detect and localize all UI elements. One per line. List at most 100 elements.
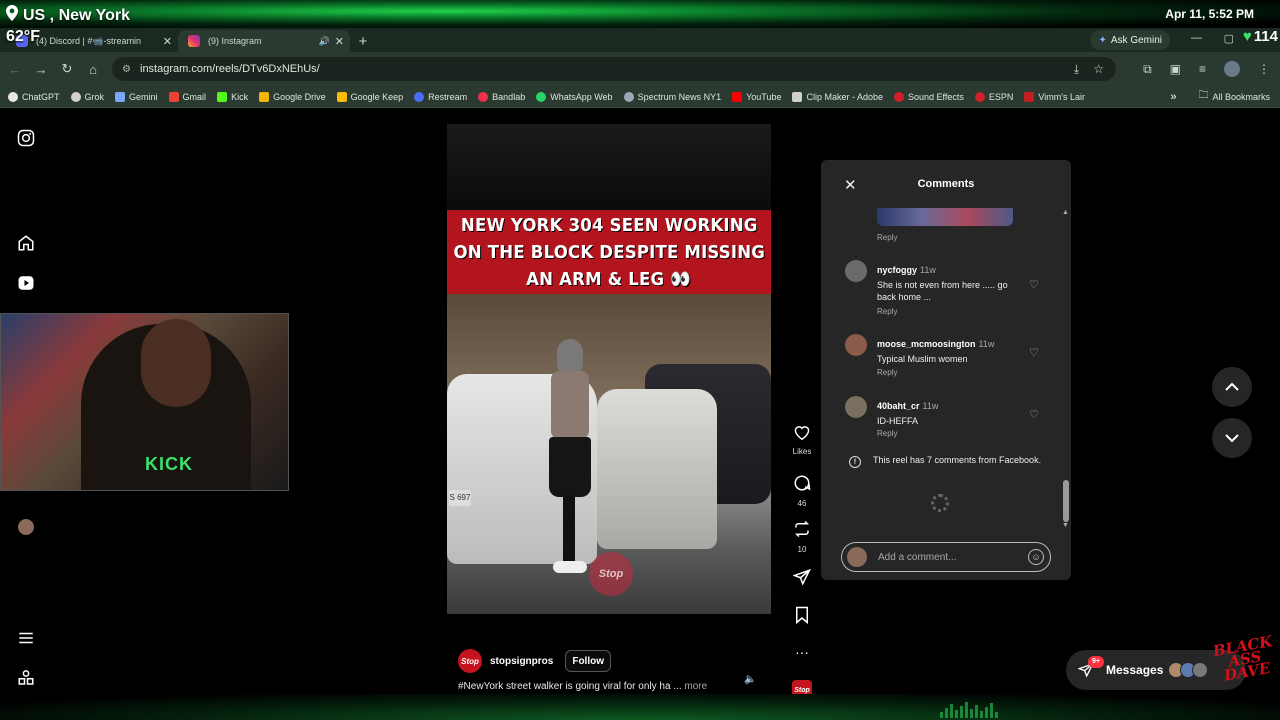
- new-tab-button[interactable]: +: [350, 30, 376, 52]
- facebook-note-text: This reel has 7 comments from Facebook.: [873, 455, 1042, 465]
- tab-instagram[interactable]: (9) Instagram 🔊 ✕: [178, 30, 350, 52]
- maximize-button[interactable]: ▢: [1224, 32, 1234, 45]
- streamer-head: [141, 319, 211, 407]
- split-view-icon[interactable]: ▣: [1170, 62, 1181, 76]
- reload-icon[interactable]: ↻: [54, 61, 80, 77]
- bookmark-item[interactable]: Grok: [70, 91, 104, 102]
- more-bookmarks-icon[interactable]: »: [1170, 91, 1176, 103]
- more-apps-icon[interactable]: [16, 668, 36, 688]
- comment-like-heart-icon[interactable]: ♡: [1029, 278, 1039, 291]
- site-info-icon[interactable]: ⚙: [122, 64, 131, 75]
- bookmark-item[interactable]: Spectrum News NY1: [623, 91, 721, 102]
- bookmark-item[interactable]: Sound Effects: [894, 91, 964, 102]
- comment-like-heart-icon[interactable]: ♡: [1029, 408, 1039, 421]
- forward-icon[interactable]: →: [28, 62, 54, 77]
- comment-button[interactable]: 46: [786, 474, 818, 508]
- send-icon: [792, 568, 811, 586]
- headline-line-1: NEW YORK 304 SEEN WORKING: [460, 214, 758, 236]
- like-button[interactable]: Likes: [786, 424, 818, 456]
- close-tab-icon[interactable]: ✕: [335, 35, 344, 48]
- comment-username[interactable]: moose_mcmoosington: [877, 339, 976, 349]
- comment-avatar[interactable]: [845, 396, 867, 418]
- bookmark-item[interactable]: Restream: [414, 91, 467, 102]
- extensions-icon[interactable]: ⧉: [1143, 62, 1152, 77]
- save-button[interactable]: [786, 606, 818, 629]
- stream-overlay-top: US , New York Apr 11, 5:52 PM: [0, 0, 1280, 28]
- install-app-icon[interactable]: ⤓: [1074, 62, 1079, 77]
- mute-toggle-icon[interactable]: 🔈: [744, 674, 756, 685]
- bookmark-item[interactable]: Google Keep: [336, 91, 403, 102]
- reels-icon[interactable]: [16, 273, 36, 293]
- comment-avatar[interactable]: [845, 260, 867, 282]
- author-avatar[interactable]: Stop: [458, 649, 482, 673]
- gemini-icon: ✦: [1098, 34, 1107, 46]
- reel-street-photo: S 697 Stop: [447, 294, 771, 614]
- comment-username[interactable]: 40baht_cr: [877, 401, 920, 411]
- reel-caption: #NewYork street walker is going viral fo…: [458, 681, 768, 692]
- back-icon[interactable]: ←: [2, 62, 28, 77]
- emoji-icon[interactable]: ☺: [1028, 549, 1044, 565]
- bookmark-item[interactable]: Clip Maker - Adobe: [792, 91, 883, 102]
- share-button[interactable]: [786, 568, 818, 591]
- reply-link[interactable]: Reply: [877, 233, 897, 242]
- caption-more-link[interactable]: more: [684, 681, 707, 692]
- bookmark-item[interactable]: ESPN: [974, 91, 1013, 102]
- ask-gemini-button[interactable]: ✦ Ask Gemini: [1090, 30, 1170, 50]
- bookmark-item[interactable]: ChatGPT: [8, 91, 60, 102]
- bookmark-item[interactable]: Gemini: [115, 91, 158, 102]
- more-options-button[interactable]: ···: [786, 644, 818, 660]
- reposts-count: 10: [797, 545, 807, 554]
- comment-avatar[interactable]: [845, 334, 867, 356]
- home-icon[interactable]: [16, 233, 36, 253]
- previous-reel-button[interactable]: [1212, 367, 1252, 407]
- caption-text: #NewYork street walker is going viral fo…: [458, 681, 682, 692]
- bookmark-item[interactable]: YouTube: [732, 91, 781, 102]
- white-suv: [597, 389, 717, 549]
- reel-video[interactable]: NEW YORK 304 SEEN WORKING ON THE BLOCK D…: [447, 124, 771, 614]
- comment-username[interactable]: nycfoggy: [877, 265, 917, 275]
- media-controls-icon[interactable]: ≡: [1199, 62, 1206, 76]
- my-avatar: [847, 547, 867, 567]
- scroll-up-arrow-icon[interactable]: ▲: [1062, 209, 1069, 216]
- close-icon[interactable]: ✕: [844, 176, 857, 194]
- bookmark-item[interactable]: Kick: [217, 91, 248, 102]
- profile-avatar[interactable]: [16, 517, 36, 537]
- bookmark-item[interactable]: Google Drive: [259, 91, 326, 102]
- speaker-icon[interactable]: 🔊: [319, 36, 330, 47]
- scroll-down-arrow-icon[interactable]: ▼: [1062, 522, 1069, 529]
- author-name[interactable]: stopsignpros: [490, 656, 553, 667]
- minimize-button[interactable]: —: [1191, 32, 1202, 44]
- globe-icon: [623, 91, 634, 102]
- comment-input[interactable]: Add a comment... ☺: [841, 542, 1051, 572]
- bookmark-item[interactable]: Bandlab: [478, 91, 525, 102]
- bookmark-star-icon[interactable]: ☆: [1093, 62, 1104, 77]
- all-bookmarks-button[interactable]: 🗀 All Bookmarks: [1198, 88, 1270, 105]
- url-bar[interactable]: ⚙ instagram.com/reels/DTv6DxNEhUs/ ⤓ ☆: [112, 57, 1116, 81]
- comments-scrollbar[interactable]: ▲ ▼: [1062, 209, 1069, 529]
- comment-image-thumbnail[interactable]: [877, 208, 1013, 226]
- reply-link[interactable]: Reply: [877, 368, 897, 377]
- bookmark-item[interactable]: Gmail: [168, 91, 206, 102]
- close-tab-icon[interactable]: ✕: [163, 35, 172, 48]
- menu-icon[interactable]: [16, 628, 36, 648]
- bookmark-item[interactable]: WhatsApp Web: [536, 91, 613, 102]
- profile-avatar[interactable]: [1224, 61, 1240, 77]
- comment-icon: [794, 475, 811, 491]
- home-icon[interactable]: ⌂: [80, 62, 106, 77]
- scrollbar-thumb[interactable]: [1063, 480, 1069, 522]
- sound-effects-icon: [894, 91, 905, 102]
- headline-line-2: ON THE BLOCK DESPITE MISSING: [453, 241, 765, 263]
- menu-kebab-icon[interactable]: ⋮: [1258, 62, 1270, 76]
- comments-count: 46: [797, 499, 807, 508]
- next-reel-button[interactable]: [1212, 418, 1252, 458]
- follow-button[interactable]: Follow: [565, 650, 612, 672]
- location-text: US , New York: [23, 6, 130, 24]
- comment-like-heart-icon[interactable]: ♡: [1029, 346, 1039, 359]
- reply-link[interactable]: Reply: [877, 307, 897, 316]
- gemini-icon: [115, 91, 126, 102]
- bookmark-item[interactable]: Vimm's Lair: [1024, 91, 1085, 102]
- repost-button[interactable]: 10: [786, 520, 818, 554]
- instagram-logo-icon[interactable]: [16, 128, 36, 148]
- reply-link[interactable]: Reply: [877, 429, 897, 438]
- comment-input-placeholder: Add a comment...: [878, 551, 957, 563]
